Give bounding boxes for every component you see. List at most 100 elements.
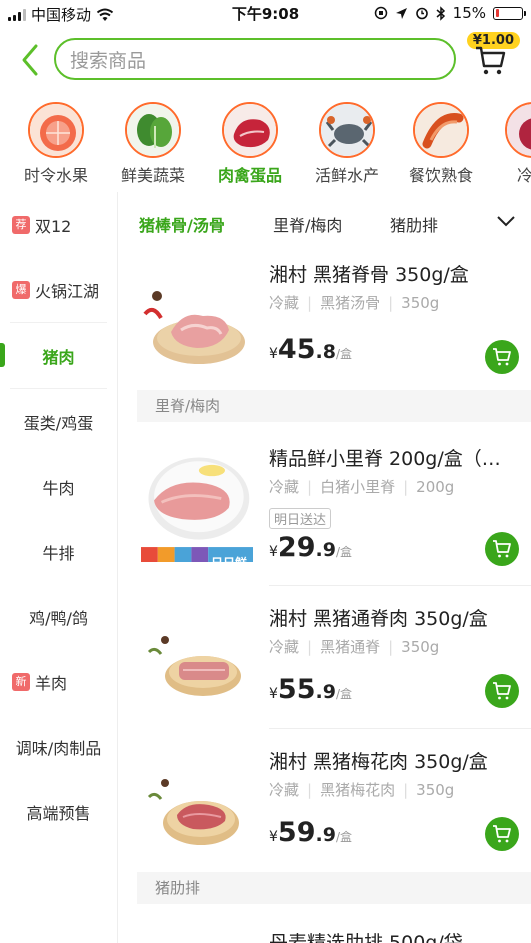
tab-ribs[interactable]: 猪肋排 [390,212,438,236]
sidebar-item-label: 高端预售 [26,803,91,823]
crab-icon [319,102,375,158]
sidebar-item-label: 牛肉 [42,478,75,498]
meta-type: 黑猪汤骨 [320,294,381,312]
search-placeholder: 搜索商品 [70,49,147,72]
cart-icon [476,46,506,75]
sidebar-item-label: 羊肉 [35,673,68,693]
product-card[interactable]: 湘村 黑猪梅花肉 350g/盒 冷藏 | 黑猪梅花肉 | 350g ¥59.9/盒 [119,739,531,879]
lobster-icon [413,102,469,158]
meta-weight: 350g [416,781,455,799]
sidebar-item-beef[interactable]: 牛肉 [0,454,117,519]
battery-percent: 15% [452,4,486,22]
meta-storage: 冷藏 [269,478,300,496]
meta-storage: 冷藏 [269,781,300,799]
sidebar-item-hotpot[interactable]: 爆 火锅江湖 [0,257,117,322]
divider [269,585,531,586]
subcategory-tabs: 猪棒骨/汤骨 里脊/梅肉 猪肋排 [119,192,531,252]
meta-weight: 200g [416,478,455,496]
sidebar-item-double12[interactable]: 荐 双12 [0,192,117,257]
product-title: 湘村 黑猪通脊肉 350g/盒 [269,608,488,630]
category-label: 肉禽蛋品 [217,166,282,185]
status-bar: 中国移动 下午9:08 15% [0,0,531,26]
meat-icon [222,102,278,158]
cart-button[interactable]: ¥1.00 [466,30,524,86]
product-list: 猪棒骨/汤骨 里脊/梅肉 猪肋排 湘村 黑猪脊骨 350g/盒 冷藏 | 黑猪汤骨 |… [119,192,531,943]
sidebar-item-lamb[interactable]: 新 羊肉 [0,649,117,714]
cart-icon [493,540,511,558]
category-row: 时令水果 鲜美蔬菜 肉禽蛋品 活鲜水产 餐饮熟食 冷冻 [0,96,531,188]
sidebar-item-label: 蛋类/鸡蛋 [23,413,94,433]
product-meta: 冷藏 | 白猪小里脊 | 200g [269,478,455,496]
meta-storage: 冷藏 [269,638,300,656]
meta-storage: 冷藏 [269,294,300,312]
category-label: 冷冻 [516,166,531,185]
section-header: 猪肋排 [137,872,531,904]
tab-tenderloin[interactable]: 里脊/梅肉 [273,212,342,236]
chevron-down-icon[interactable] [495,210,517,232]
product-title: 湘村 黑猪脊骨 350g/盒 [269,264,469,286]
tab-pork-bone[interactable]: 猪棒骨/汤骨 [139,212,225,236]
sidebar-item-label: 牛排 [42,543,75,563]
divider [269,728,531,729]
category-meat[interactable]: 肉禽蛋品 [210,102,290,186]
header: 搜索商品 ¥1.00 [0,28,531,92]
back-arrow-icon[interactable] [16,40,44,80]
sidebar-item-label: 火锅江湖 [35,281,100,301]
category-label: 活鲜水产 [314,166,379,185]
sidebar-item-label: 猪肉 [42,347,75,367]
product-card[interactable]: 日日鲜 精品鲜小里脊 200g/盒（… 冷藏 | 白猪小里脊 | 200g 明日送达 ¥… [119,436,531,576]
category-frozen[interactable]: 冷冻 [493,102,531,186]
section-header: 里脊/梅肉 [137,390,531,422]
product-title: 精品鲜小里脊 200g/盒（… [269,448,501,470]
frozen-icon [505,102,531,158]
recommend-tag: 荐 [12,215,30,234]
hot-tag: 爆 [12,280,30,299]
category-deli[interactable]: 餐饮熟食 [401,102,481,186]
battery-icon [493,6,526,20]
add-to-cart-button[interactable] [485,817,519,851]
meta-type: 白猪小里脊 [320,478,396,496]
product-image [147,636,241,696]
product-image [143,291,245,364]
sidebar-item-label: 鸡/鸭/鸽 [29,608,88,628]
sidebar-item-presale[interactable]: 高端预售 [0,779,117,844]
category-seafood[interactable]: 活鲜水产 [307,102,387,186]
meta-type: 黑猪通脊 [320,638,381,656]
sidebar-item-poultry[interactable]: 鸡/鸭/鸽 [0,584,117,649]
category-label: 鲜美蔬菜 [120,166,185,185]
category-label: 餐饮熟食 [408,166,473,185]
category-vegetable[interactable]: 鲜美蔬菜 [113,102,193,186]
product-card[interactable]: 湘村 黑猪通脊肉 350g/盒 冷藏 | 黑猪通脊 | 350g ¥55.9/盒 [119,596,531,736]
category-label: 时令水果 [23,166,88,185]
product-title: 丹麦精选肋排 500g/袋 [269,932,463,943]
delivery-tag: 明日送达 [269,508,332,529]
category-fruit[interactable]: 时令水果 [16,102,96,186]
product-image [141,457,253,562]
sidebar-item-label: 双12 [35,216,72,236]
cart-icon [493,348,511,366]
meta-weight: 350g [401,638,440,656]
add-to-cart-button[interactable] [485,532,519,566]
product-meta: 冷藏 | 黑猪梅花肉 | 350g [269,781,455,799]
alarm-icon [415,7,428,20]
product-image [147,779,239,845]
new-tag: 新 [12,672,30,691]
product-card[interactable]: 湘村 黑猪脊骨 350g/盒 冷藏 | 黑猪汤骨 | 350g ¥45.8/盒 [119,252,531,392]
product-title: 湘村 黑猪梅花肉 350g/盒 [269,751,488,773]
product-price: ¥29.9/盒 [269,532,352,563]
rotation-lock-icon [374,6,387,20]
cart-icon [493,825,511,843]
add-to-cart-button[interactable] [485,674,519,708]
search-input[interactable]: 搜索商品 [54,38,456,80]
sidebar-item-seasoning[interactable]: 调味/肉制品 [0,714,117,779]
product-meta: 冷藏 | 黑猪汤骨 | 350g [269,294,440,312]
add-to-cart-button[interactable] [485,340,519,374]
sidebar-item-pork[interactable]: 猪肉 [0,323,117,388]
product-price: ¥59.9/盒 [269,817,352,848]
sidebar-item-label: 调味/肉制品 [15,738,102,758]
sidebar-item-steak[interactable]: 牛排 [0,519,117,584]
product-price: ¥55.9/盒 [269,674,352,705]
fruit-icon [28,102,84,158]
product-card[interactable]: 丹麦精选肋排 500g/袋 [119,918,531,943]
sidebar-item-eggs[interactable]: 蛋类/鸡蛋 [0,389,117,454]
